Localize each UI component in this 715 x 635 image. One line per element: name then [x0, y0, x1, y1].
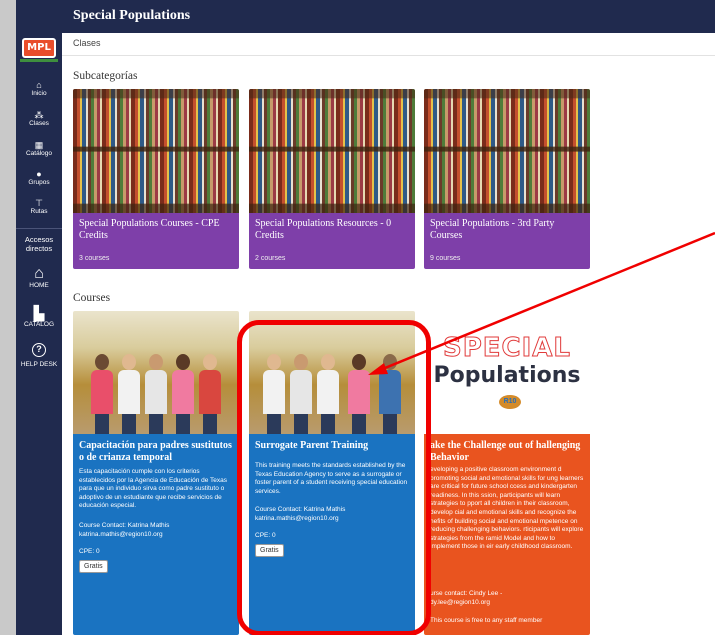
page: MPL ⌂ Inicio ⁂ Clases ▦ Catálogo ● Grupo… — [0, 0, 715, 635]
tab-clases[interactable]: Clases — [73, 38, 101, 48]
course-note: This course is free to any staff member — [430, 617, 543, 624]
home-icon: ⌂ — [34, 265, 44, 282]
course-contact: Course Contact: Katrina Mathis — [255, 506, 346, 513]
course-description: eveloping a positive classroom environme… — [430, 466, 584, 551]
course-title: Surrogate Parent Training — [255, 440, 369, 451]
subcategory-card[interactable]: Special Populations - 3rd Party Courses … — [424, 89, 590, 269]
course-image — [73, 311, 239, 434]
subcategory-title: Special Populations - 3rd Party Courses — [430, 218, 555, 241]
subcategory-count: 3 courses — [79, 255, 110, 262]
sidebar-item-inicio[interactable]: ⌂ Inicio — [16, 80, 62, 98]
course-cpe: CPE: 0 — [79, 548, 100, 555]
catalog-icon: ▙ — [33, 305, 45, 321]
shortcut-label: HOME — [29, 282, 49, 289]
course-contact: urse contact: Cindy Lee - — [430, 590, 503, 597]
sidebar-item-label: Grupos — [28, 179, 50, 186]
shortcut-help-desk[interactable]: ? HELP DESK — [16, 343, 62, 369]
course-card[interactable]: SPECIAL Populations R10 ake the Challeng… — [424, 311, 590, 635]
groups-icon: ● — [36, 169, 42, 179]
shortcut-label: CATALOG — [23, 321, 55, 328]
shortcuts-title: Accesos directos — [24, 235, 54, 253]
classes-icon: ⁂ — [34, 110, 44, 120]
header: Special Populations — [62, 0, 715, 33]
subcategory-title: Special Populations Resources - 0 Credit… — [255, 218, 392, 241]
page-title: Special Populations — [73, 8, 191, 23]
course-card[interactable]: Surrogate Parent Training This training … — [249, 311, 415, 635]
sidebar-item-clases[interactable]: ⁂ Clases — [16, 110, 62, 128]
scroll-area — [704, 56, 715, 635]
course-card[interactable]: Capacitación para padres sustitutos o de… — [73, 311, 239, 635]
routes-icon: ⊤ — [35, 198, 43, 208]
courses-heading: Courses — [73, 292, 111, 304]
sidebar-item-label: Catálogo — [25, 150, 53, 157]
shortcut-home[interactable]: ⌂ HOME — [16, 266, 62, 290]
course-image — [249, 311, 415, 434]
region10-badge-icon: R10 — [499, 395, 521, 409]
subcategory-card[interactable]: Special Populations Courses - CPE Credit… — [73, 89, 239, 269]
subcategory-count: 2 courses — [255, 255, 286, 262]
course-description: This training meets the standards establ… — [255, 462, 408, 495]
gratis-button[interactable]: Gratis — [255, 544, 284, 557]
subcategory-count: 9 courses — [430, 255, 461, 262]
window-edge — [0, 0, 16, 635]
course-email: katrina.mathis@region10.org — [79, 531, 163, 538]
help-desk-icon: ? — [16, 343, 62, 359]
sidebar-divider — [16, 228, 62, 229]
course-email: katrina.mathis@region10.org — [255, 515, 339, 522]
course-description: Esta capacitación cumple con los criteri… — [79, 468, 228, 510]
sidebar-item-label: Clases — [29, 120, 49, 127]
sidebar-item-catalogo[interactable]: ▦ Catálogo — [16, 140, 62, 158]
gratis-button[interactable]: Gratis — [79, 560, 108, 573]
subcategory-title: Special Populations Courses - CPE Credit… — [79, 218, 220, 241]
subcategory-card[interactable]: Special Populations Resources - 0 Credit… — [249, 89, 415, 269]
sidebar-item-grupos[interactable]: ● Grupos — [16, 169, 62, 187]
subcategory-image — [249, 89, 415, 213]
shortcut-catalog[interactable]: ▙ CATALOG — [16, 305, 62, 329]
special-populations-logo: SPECIAL Populations R10 — [424, 311, 590, 434]
course-title: ake the Challenge out of hallenging Beha… — [430, 440, 581, 463]
shortcut-label: HELP DESK — [20, 361, 58, 368]
sidebar-item-label: Inicio — [31, 90, 47, 97]
catalog-icon: ▦ — [34, 140, 44, 150]
subcategories-heading: Subcategorías — [73, 70, 138, 82]
sidebar-item-label: Rutas — [30, 208, 48, 215]
tab-bar: Clases — [62, 33, 715, 56]
sidebar: MPL ⌂ Inicio ⁂ Clases ▦ Catálogo ● Grupo… — [16, 0, 62, 635]
course-email: dy.lee@region10.org — [430, 599, 490, 606]
app-logo[interactable]: MPL — [20, 38, 58, 66]
subcategory-image — [424, 89, 590, 213]
course-contact: Course Contact: Katrina Mathis — [79, 522, 170, 529]
logo-text: MPL — [22, 38, 56, 58]
course-cpe: CPE: 0 — [255, 532, 276, 539]
course-title: Capacitación para padres sustitutos o de… — [79, 440, 232, 463]
sidebar-item-rutas[interactable]: ⊤ Rutas — [16, 198, 62, 216]
home-icon: ⌂ — [36, 80, 42, 90]
subcategory-image — [73, 89, 239, 213]
